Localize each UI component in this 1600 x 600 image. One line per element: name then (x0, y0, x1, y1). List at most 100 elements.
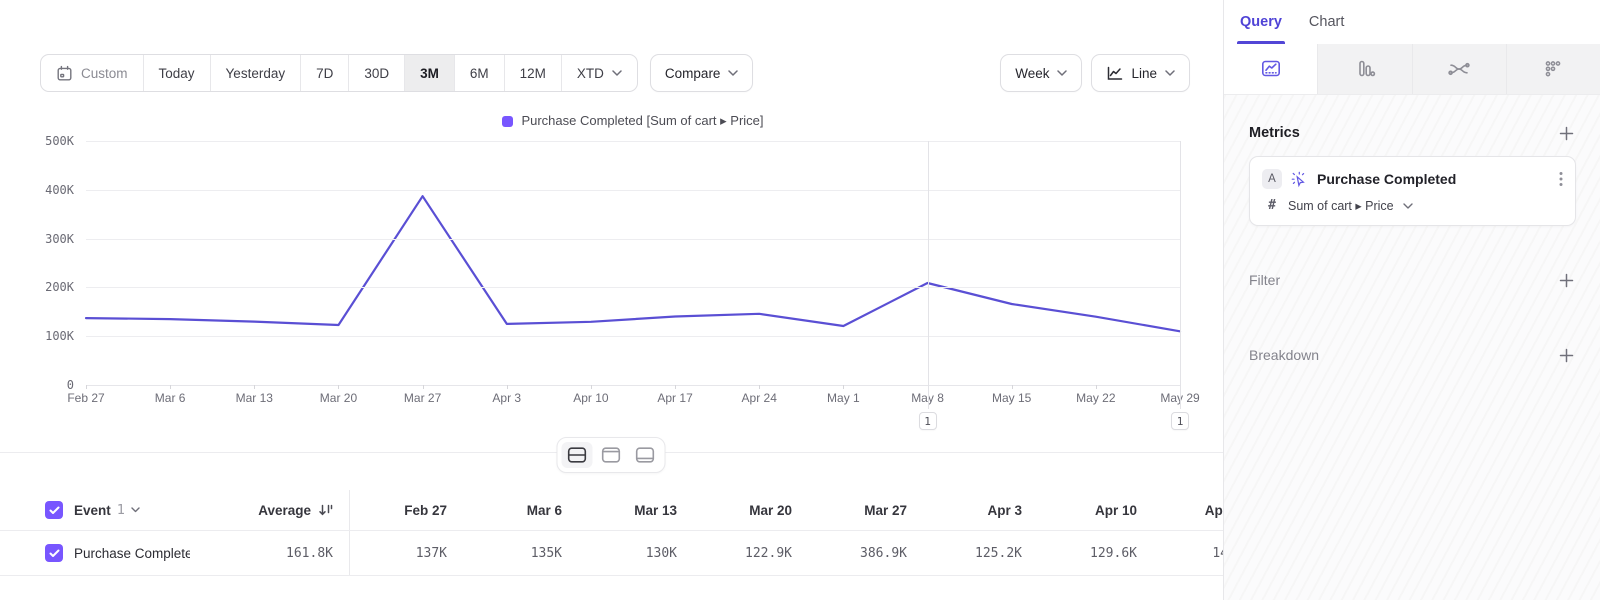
chevron-down-icon (1403, 203, 1413, 209)
date-column-value: 14 (1155, 546, 1223, 561)
metrics-title: Metrics (1249, 125, 1300, 141)
chart-only-view-icon (602, 447, 621, 463)
funnels-icon (1353, 57, 1377, 81)
insights-icon (1259, 57, 1283, 81)
date-column-value: 130K (580, 546, 695, 561)
date-column-value: 122.9K (695, 546, 810, 561)
annotation-badge[interactable]: 1 (1171, 412, 1189, 430)
calendar-icon (56, 65, 73, 82)
date-range-30d[interactable]: 30D (349, 55, 405, 91)
date-header-cells: Feb 27Mar 6Mar 13Mar 20Mar 27Apr 3Apr 10… (350, 490, 1223, 530)
metric-aggregation-dropdown[interactable]: # Sum of cart ▸ Price (1262, 198, 1563, 213)
results-table: Event 1 Average Feb 27Mar 6Mar 13Mar 20M… (0, 490, 1223, 576)
toolbar: Custom TodayYesterday7D 30D 3M 6M 12M XTD Comp… (40, 54, 1190, 92)
layout-toggle-split-view[interactable] (562, 442, 593, 468)
x-axis-tick (843, 385, 844, 389)
date-range-label: XTD (577, 66, 604, 81)
average-header-cell: Average (190, 490, 350, 530)
date-range-today[interactable]: Today (144, 55, 211, 91)
plus-icon (1559, 126, 1574, 141)
check-icon (49, 506, 60, 515)
add-filter-button[interactable] (1556, 270, 1576, 290)
metric-event-name: Purchase Completed (1317, 171, 1456, 187)
chart-controls: Week Line (1000, 54, 1190, 92)
chevron-down-icon (1057, 70, 1067, 76)
date-range-7d[interactable]: 7D (301, 55, 349, 91)
report-type-switcher (1224, 44, 1600, 95)
number-property-icon: # (1265, 198, 1279, 213)
select-all-checkbox[interactable] (45, 501, 63, 519)
date-range-12m[interactable]: 12M (505, 55, 562, 91)
date-column-header: Mar 6 (465, 503, 580, 518)
report-type-funnels[interactable] (1317, 44, 1411, 94)
date-range-3m[interactable]: 3M (405, 55, 455, 91)
x-axis-tick (675, 385, 676, 389)
date-column-value: 386.9K (810, 546, 925, 561)
x-axis-tick-label: May 1 (827, 391, 860, 405)
x-axis-tick-label: May 15 (992, 391, 1031, 405)
tab-chart[interactable]: Chart (1309, 0, 1344, 44)
metric-card-main: A Purchase Completed (1262, 169, 1563, 189)
date-range-xtd[interactable]: XTD (562, 55, 637, 91)
date-range-yesterday[interactable]: Yesterday (211, 55, 302, 91)
filter-title: Filter (1249, 272, 1280, 288)
query-builder: Metrics A Purchase Completed # Sum of ca… (1224, 95, 1600, 600)
date-column-header: Mar 20 (695, 503, 810, 518)
x-axis-tick-label: Apr 10 (573, 391, 608, 405)
x-axis-tick-label: Mar 6 (155, 391, 186, 405)
metric-card[interactable]: A Purchase Completed # Sum of cart ▸ Pri… (1249, 156, 1576, 226)
report-type-retention[interactable] (1506, 44, 1600, 94)
x-axis-tick (759, 385, 760, 389)
layout-toggle-group (557, 437, 666, 473)
add-metric-button[interactable] (1556, 123, 1576, 143)
date-range-6m[interactable]: 6M (455, 55, 505, 91)
annotation-badge[interactable]: 1 (919, 412, 937, 430)
gridline (86, 190, 1180, 191)
date-column-header: Apr (1155, 503, 1223, 518)
x-axis-tick (423, 385, 424, 389)
compare-button[interactable]: Compare (650, 54, 754, 92)
event-header-dropdown[interactable]: Event 1 (74, 502, 140, 518)
add-breakdown-button[interactable] (1556, 345, 1576, 365)
event-header-cell: Event 1 (0, 501, 190, 519)
layout-toggle-table-only-view[interactable] (630, 442, 661, 468)
date-column-header: Apr 3 (925, 503, 1040, 518)
plus-icon (1559, 348, 1574, 363)
chevron-down-icon (612, 70, 622, 76)
x-axis-tick (507, 385, 508, 389)
x-axis-tick-label: Feb 27 (67, 391, 104, 405)
report-type-insights[interactable] (1224, 44, 1317, 94)
date-range-custom[interactable]: Custom (41, 55, 144, 91)
row-checkbox[interactable] (45, 544, 63, 562)
tab-query[interactable]: Query (1240, 0, 1282, 44)
legend-item[interactable]: Purchase Completed [Sum of cart ▸ Price] (502, 113, 763, 129)
date-range-label: 6M (470, 66, 489, 81)
table-only-view-icon (636, 447, 655, 463)
date-range-label: Custom (81, 66, 128, 81)
metric-options-button[interactable] (1559, 171, 1563, 187)
date-range-label: 30D (364, 66, 389, 81)
average-header-label: Average (258, 503, 311, 518)
chart-type-dropdown[interactable]: Line (1091, 54, 1190, 92)
x-axis-tick (338, 385, 339, 389)
report-type-flows[interactable] (1412, 44, 1506, 94)
metric-aggregation-label: Sum of cart ▸ Price (1288, 198, 1394, 213)
interval-dropdown[interactable]: Week (1000, 54, 1082, 92)
legend-label: Purchase Completed [Sum of cart ▸ Price] (521, 113, 763, 129)
layout-toggle-chart-only-view[interactable] (596, 442, 627, 468)
x-axis-tick (1012, 385, 1013, 389)
table-row: Purchase Completed [... 161.8K 137K135K1… (0, 531, 1223, 576)
date-column-header: Mar 27 (810, 503, 925, 518)
x-axis-tick (170, 385, 171, 389)
gridline (86, 336, 1180, 337)
sort-descending-icon[interactable] (318, 503, 333, 517)
annotation-line (1180, 141, 1181, 409)
date-range-control: Custom TodayYesterday7D 30D 3M 6M 12M XTD (40, 54, 638, 92)
chevron-down-icon (131, 507, 140, 513)
x-axis-tick-label: Mar 27 (404, 391, 441, 405)
tab-query-label: Query (1240, 14, 1282, 30)
metric-letter-badge: A (1262, 169, 1282, 189)
gridline (86, 141, 1180, 142)
breakdown-title: Breakdown (1249, 347, 1319, 363)
table-header-row: Event 1 Average Feb 27Mar 6Mar 13Mar 20M… (0, 490, 1223, 531)
